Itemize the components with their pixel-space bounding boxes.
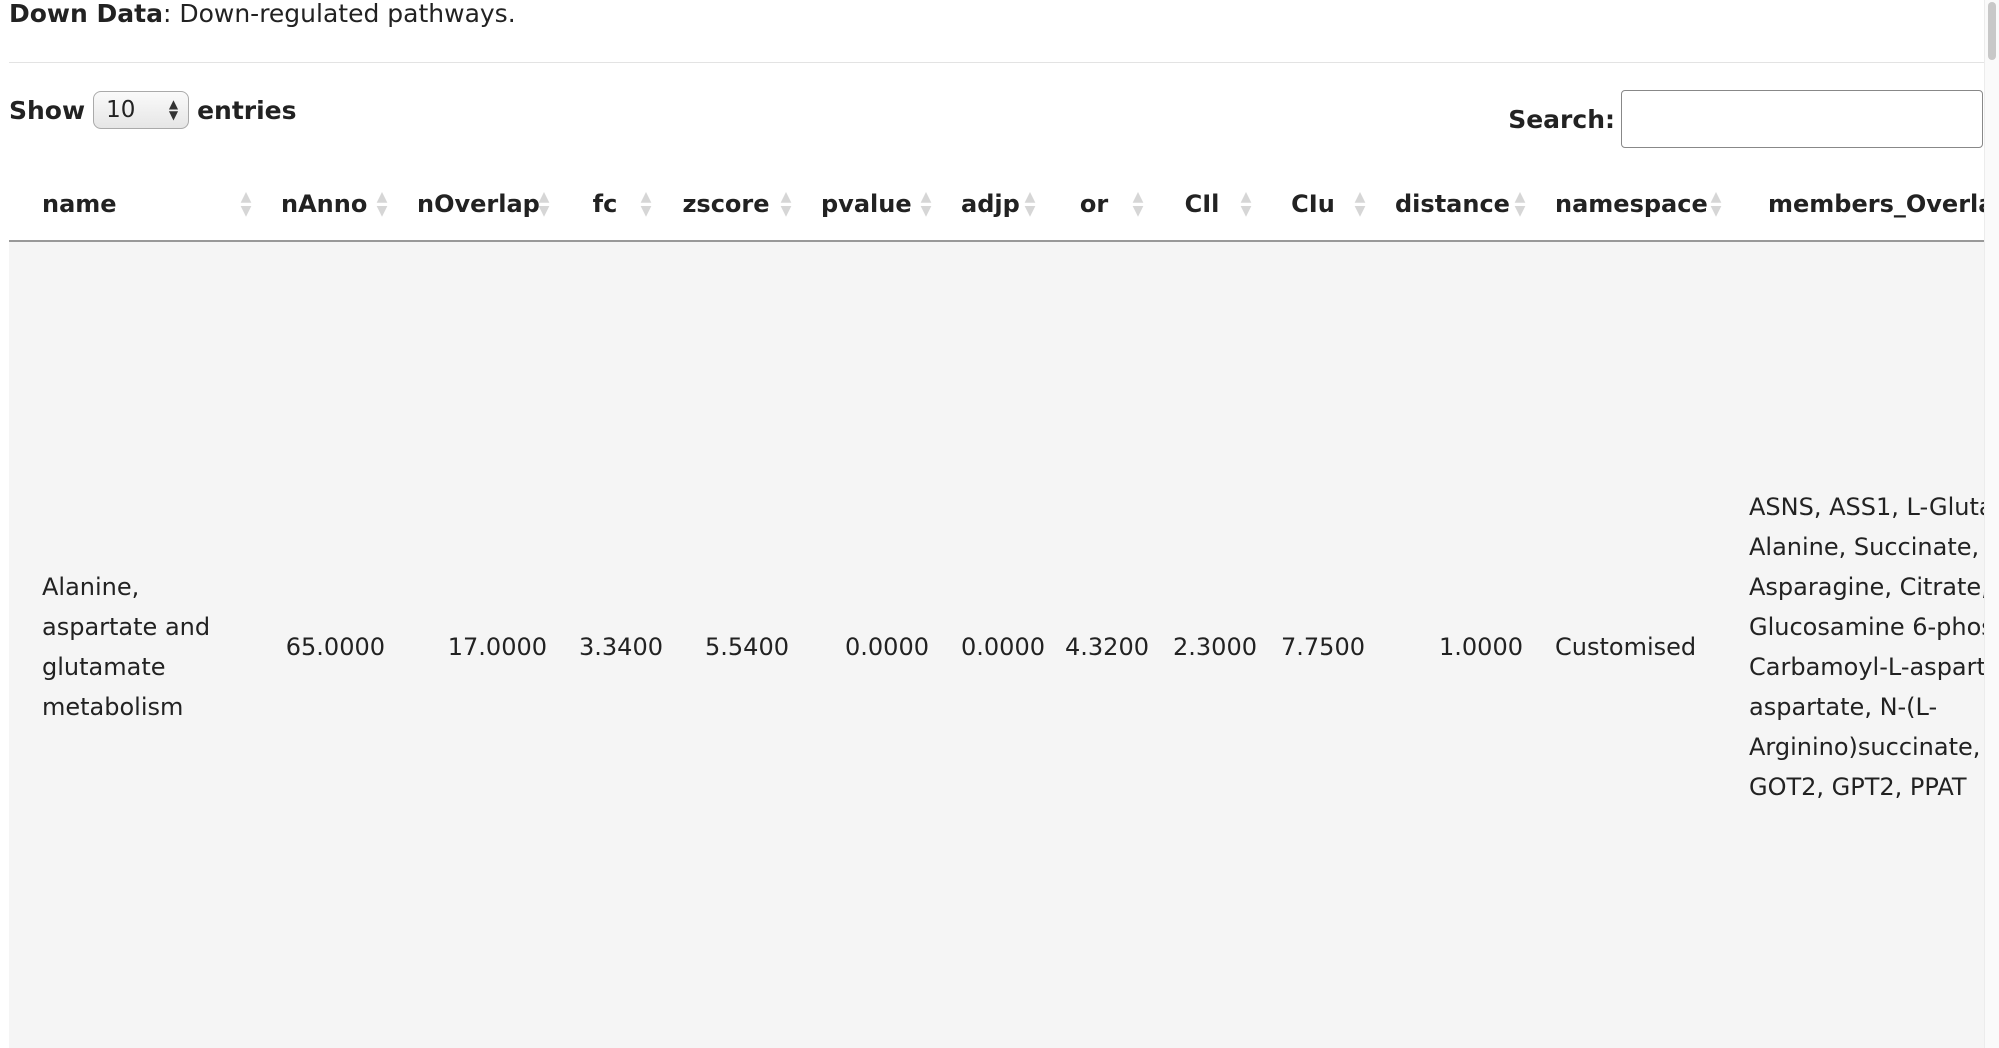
sort-icon: ▲ ▼	[1132, 189, 1144, 219]
sort-icon: ▲ ▼	[640, 189, 652, 219]
cell-fc: 3.3400	[563, 241, 665, 1048]
divider	[9, 62, 1984, 63]
sort-icon: ▲ ▼	[920, 189, 932, 219]
sort-icon: ▲ ▼	[1514, 189, 1526, 219]
cell-distance: 1.0000	[1379, 241, 1539, 1048]
col-header-namespace[interactable]: namespace ▲ ▼	[1539, 168, 1735, 242]
cell-pvalue: 0.0000	[805, 241, 945, 1048]
cell-name: Alanine, aspartate and glutamate metabol…	[9, 241, 265, 1048]
caption-text: : Down-regulated pathways.	[162, 0, 516, 28]
vertical-scrollbar[interactable]	[1984, 0, 1999, 1048]
col-header-distance[interactable]: distance ▲ ▼	[1379, 168, 1539, 242]
cell-noverlap: 17.0000	[401, 241, 563, 1048]
entries-select-value: 10	[106, 97, 136, 123]
entries-select[interactable]: 10 ▲ ▼	[93, 91, 190, 129]
col-header-members-overlap[interactable]: members_Overlap▲▼	[1735, 168, 1984, 242]
cell-ciu: 7.7500	[1265, 241, 1379, 1048]
col-header-adjp[interactable]: adjp ▲ ▼	[945, 168, 1049, 242]
search-input[interactable]	[1621, 90, 1983, 148]
cell-namespace: Customised	[1539, 241, 1735, 1048]
results-table-container: name ▲ ▼ nAnno ▲ ▼ nOverlap ▲ ▼ fc ▲ ▼ zscore ▲ ▼ …	[9, 168, 1984, 1048]
scrollbar-thumb[interactable]	[1988, 2, 1996, 60]
table-caption: Down Data: Down-regulated pathways.	[9, 0, 516, 28]
search-control: Search:	[1508, 90, 1983, 148]
sort-icon: ▲ ▼	[538, 189, 550, 219]
cell-zscore: 5.5400	[665, 241, 805, 1048]
col-header-name[interactable]: name ▲ ▼	[9, 168, 265, 242]
header-row: name ▲ ▼ nAnno ▲ ▼ nOverlap ▲ ▼ fc ▲ ▼ zscore ▲ ▼ …	[9, 168, 1984, 242]
sort-icon: ▲ ▼	[1240, 189, 1252, 219]
search-label: Search:	[1508, 104, 1615, 134]
cell-nanno: 65.0000	[265, 241, 401, 1048]
col-header-zscore[interactable]: zscore ▲ ▼	[665, 168, 805, 242]
col-header-pvalue[interactable]: pvalue ▲ ▼	[805, 168, 945, 242]
sort-icon: ▲ ▼	[780, 189, 792, 219]
col-header-nanno[interactable]: nAnno ▲ ▼	[265, 168, 401, 242]
entries-label: entries	[197, 95, 297, 125]
table-row: Alanine, aspartate and glutamate metabol…	[9, 241, 1984, 1048]
cell-adjp: 0.0000	[945, 241, 1049, 1048]
cell-or: 4.3200	[1049, 241, 1157, 1048]
caption-bold: Down Data	[9, 0, 163, 28]
col-header-cil[interactable]: CIl ▲ ▼	[1157, 168, 1265, 242]
results-table: name ▲ ▼ nAnno ▲ ▼ nOverlap ▲ ▼ fc ▲ ▼ zscore ▲ ▼ …	[9, 168, 1984, 1048]
cell-members-overlap: ASNS, ASS1, L-Glutamate, L-Alanine, Succ…	[1735, 241, 1984, 1048]
sort-icon: ▲ ▼	[240, 189, 252, 219]
entries-length-control: Show 10 ▲ ▼ entries	[9, 88, 297, 132]
col-header-or[interactable]: or ▲ ▼	[1049, 168, 1157, 242]
col-header-ciu[interactable]: CIu ▲ ▼	[1265, 168, 1379, 242]
sort-icon: ▲ ▼	[376, 189, 388, 219]
col-header-fc[interactable]: fc ▲ ▼	[563, 168, 665, 242]
select-arrows-icon: ▲ ▼	[168, 97, 179, 122]
sort-icon: ▲ ▼	[1354, 189, 1366, 219]
sort-icon: ▲ ▼	[1710, 189, 1722, 219]
show-label: Show	[9, 95, 86, 125]
col-header-noverlap[interactable]: nOverlap ▲ ▼	[401, 168, 563, 242]
sort-icon: ▲ ▼	[1024, 189, 1036, 219]
cell-cil: 2.3000	[1157, 241, 1265, 1048]
